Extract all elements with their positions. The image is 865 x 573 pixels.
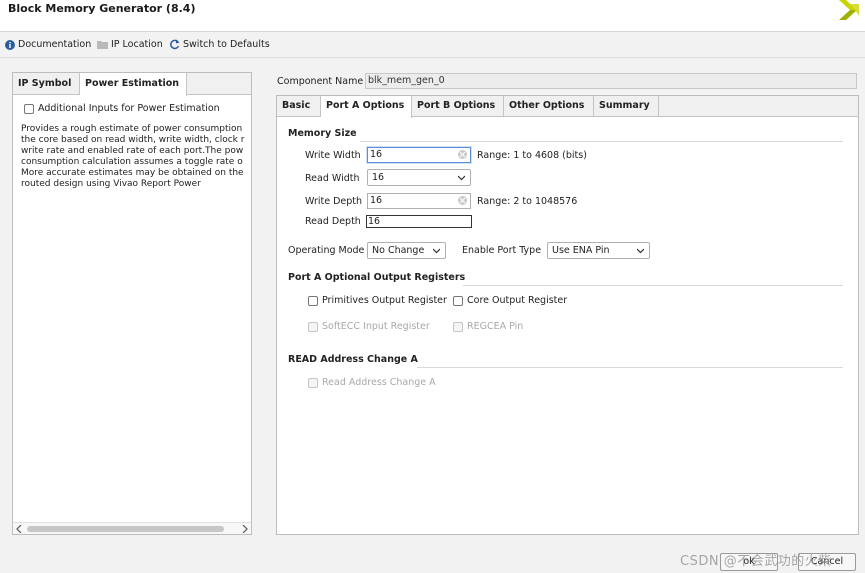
clear-icon[interactable] <box>458 150 467 159</box>
write-depth-label: Write Depth <box>305 196 363 207</box>
title-bar: Block Memory Generator (8.4) <box>0 0 865 32</box>
scroll-left-icon[interactable] <box>16 525 22 533</box>
read-address-change-checkbox: Read Address Change A <box>308 377 436 388</box>
component-name-field[interactable]: blk_mem_gen_0 <box>365 73 857 89</box>
scrollbar-thumb[interactable] <box>27 526 224 532</box>
chevron-down-icon <box>637 248 644 254</box>
right-tab-bar: Basic Port A Options Port B Options Othe… <box>277 96 858 118</box>
memory-size-divider <box>360 141 843 142</box>
primitives-output-register-label: Primitives Output Register <box>322 295 447 306</box>
clear-icon[interactable] <box>458 196 467 205</box>
primitives-output-register-checkbox[interactable]: Primitives Output Register <box>308 295 447 306</box>
core-output-register-checkbox[interactable]: Core Output Register <box>453 295 567 306</box>
checkbox-box <box>453 321 463 332</box>
operating-mode-label: Operating Mode <box>288 245 365 256</box>
read-address-heading: READ Address Change A <box>288 354 418 365</box>
write-depth-input[interactable]: 16 <box>367 193 471 209</box>
switch-defaults-label: Switch to Defaults <box>183 39 270 50</box>
optional-registers-heading: Port A Optional Output Registers <box>288 272 466 283</box>
documentation-link[interactable]: Documentation <box>5 39 91 50</box>
regcea-pin-checkbox: REGCEA Pin <box>453 321 523 332</box>
regcea-pin-label: REGCEA Pin <box>467 321 524 332</box>
scroll-right-icon[interactable] <box>242 525 248 533</box>
additional-inputs-label: Additional Inputs for Power Estimation <box>38 103 220 114</box>
enable-port-type-value: Use ENA Pin <box>552 245 610 256</box>
switch-defaults-link[interactable]: Switch to Defaults <box>169 39 270 50</box>
component-name-label: Component Name <box>277 76 364 87</box>
horizontal-scrollbar[interactable] <box>13 522 251 534</box>
xilinx-logo-icon <box>839 0 859 20</box>
write-width-value: 16 <box>370 149 383 160</box>
documentation-label: Documentation <box>18 39 92 50</box>
checkbox-box <box>308 321 318 332</box>
left-panel: IP Symbol Power Estimation Additional In… <box>12 72 252 535</box>
read-depth-field[interactable]: 16 <box>366 215 472 228</box>
read-width-value: 16 <box>372 172 385 183</box>
tab-port-a-options[interactable]: Port A Options <box>321 96 412 118</box>
read-width-label: Read Width <box>305 173 360 184</box>
optional-registers-divider <box>463 285 843 286</box>
ip-location-link[interactable]: IP Location <box>97 39 163 50</box>
checkbox-box <box>308 377 318 388</box>
watermark: CSDN @不会武功的火柴 <box>680 554 832 569</box>
chevron-down-icon <box>458 175 465 181</box>
folder-icon <box>97 41 108 49</box>
tab-port-b-options[interactable]: Port B Options <box>412 96 504 117</box>
write-width-label: Write Width <box>305 150 361 161</box>
write-depth-value: 16 <box>370 195 383 206</box>
memory-size-heading: Memory Size <box>288 128 357 139</box>
refresh-icon <box>170 39 180 50</box>
toolbar: Documentation IP Location Switch to Defa… <box>0 33 865 58</box>
tab-ip-symbol[interactable]: IP Symbol <box>13 73 80 95</box>
left-tab-bar: IP Symbol Power Estimation <box>13 73 251 96</box>
core-output-register-label: Core Output Register <box>467 295 568 306</box>
tab-other-options[interactable]: Other Options <box>504 96 594 117</box>
write-width-range: Range: 1 to 4608 (bits) <box>477 150 587 161</box>
info-icon <box>5 39 15 50</box>
write-depth-range: Range: 2 to 1048576 <box>477 196 578 207</box>
chevron-down-icon <box>433 248 440 254</box>
ip-location-label: IP Location <box>111 39 163 50</box>
read-address-divider <box>417 367 843 368</box>
tab-power-estimation[interactable]: Power Estimation <box>80 73 187 96</box>
enable-port-type-select[interactable]: Use ENA Pin <box>547 242 650 259</box>
window-title: Block Memory Generator (8.4) <box>8 2 196 15</box>
write-width-input[interactable]: 16 <box>367 147 471 163</box>
checkbox-box[interactable] <box>24 103 34 114</box>
softecc-input-register-checkbox: SoftECC Input Register <box>308 321 430 332</box>
read-address-change-label: Read Address Change A <box>322 377 436 388</box>
operating-mode-value: No Change <box>372 245 425 256</box>
checkbox-box[interactable] <box>308 295 318 306</box>
right-panel: Basic Port A Options Port B Options Othe… <box>276 95 859 535</box>
enable-port-type-label: Enable Port Type <box>462 245 542 256</box>
operating-mode-select[interactable]: No Change <box>367 242 446 259</box>
read-depth-label: Read Depth <box>305 216 361 227</box>
checkbox-box[interactable] <box>453 295 463 306</box>
softecc-input-register-label: SoftECC Input Register <box>322 321 430 332</box>
additional-inputs-checkbox[interactable]: Additional Inputs for Power Estimation <box>24 103 220 114</box>
tab-basic[interactable]: Basic <box>277 96 321 117</box>
power-description: Provides a rough estimate of power consu… <box>21 124 245 189</box>
read-width-select[interactable]: 16 <box>367 169 471 186</box>
tab-summary[interactable]: Summary <box>594 96 659 117</box>
